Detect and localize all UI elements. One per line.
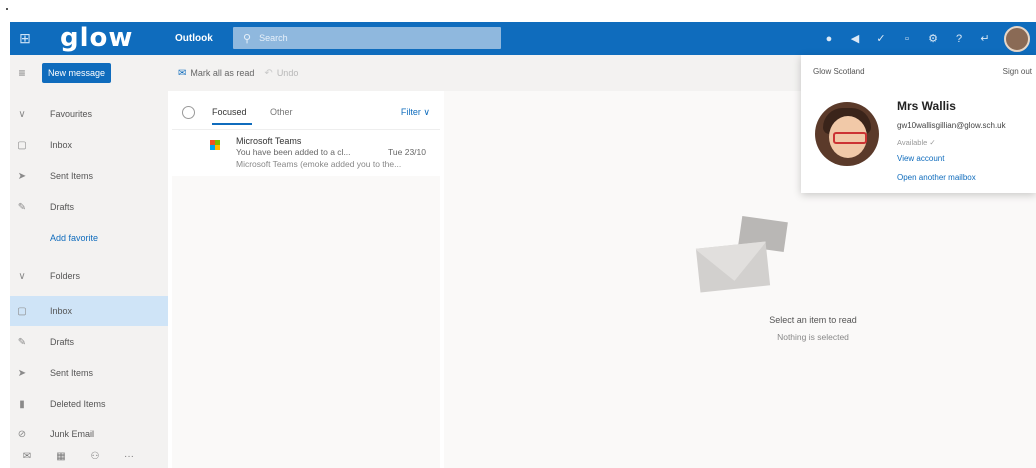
empty-state-subtitle: Nothing is selected <box>777 332 849 342</box>
chevron-down-icon: ∨ <box>18 108 26 120</box>
filter-button[interactable]: Filter ∨ <box>401 107 430 118</box>
tab-focused-underline <box>212 123 252 125</box>
microsoft-logo-icon <box>210 140 220 150</box>
more-icon[interactable]: ··· <box>112 451 146 462</box>
megaphone-icon[interactable]: ◀ <box>842 32 868 45</box>
inbox-icon: ▢ <box>17 139 27 151</box>
folders-header[interactable]: ∨ Folders <box>10 261 168 291</box>
message-subject: You have been added to a cl... <box>236 147 351 157</box>
people-icon[interactable]: ⚇ <box>78 451 112 462</box>
presence-status[interactable]: Available ✓ <box>897 138 936 147</box>
feedback-icon[interactable]: ↵ <box>972 32 998 45</box>
send-icon: ➤ <box>17 170 27 182</box>
chevron-down-icon: ∨ <box>18 270 26 282</box>
account-email: gw10wallisgillian@glow.sch.uk <box>897 121 1006 130</box>
chat-icon[interactable]: ▫ <box>894 33 920 45</box>
list-item[interactable]: Microsoft Teams You have been added to a… <box>172 129 440 176</box>
sidebar-item-inbox[interactable]: ▢ Inbox <box>10 296 168 326</box>
hamburger-menu-icon[interactable]: ≡ <box>10 66 34 80</box>
empty-state-title: Select an item to read <box>769 315 857 325</box>
calendar-icon[interactable]: ▦ <box>44 451 78 462</box>
sidebar-item-fav-drafts[interactable]: ✎ Drafts <box>10 192 168 222</box>
message-preview: Microsoft Teams (emoke added you to the.… <box>236 159 402 169</box>
folder-pane: ≡ New message ∨ Favourites ▢ Inbox ➤ Sen… <box>10 55 168 468</box>
favourites-header[interactable]: ∨ Favourites <box>10 99 168 129</box>
help-icon[interactable]: ? <box>946 33 972 45</box>
sidebar-item-deleted[interactable]: ▮ Deleted Items <box>10 389 168 419</box>
todo-icon[interactable]: ✓ <box>868 32 894 45</box>
junk-icon: ⊘ <box>17 428 27 440</box>
inbox-icon: ▢ <box>17 305 27 317</box>
app-launcher-icon[interactable]: ⊞ <box>10 22 40 55</box>
pencil-icon: ✎ <box>17 201 27 213</box>
undo-icon: ↶ <box>264 67 273 79</box>
select-all-checkbox[interactable] <box>182 106 195 119</box>
stray-dot <box>6 8 8 10</box>
inbox-tabs: Focused Other Filter ∨ <box>172 93 440 129</box>
pencil-icon: ✎ <box>17 336 27 348</box>
mail-icon[interactable]: ✉ <box>10 451 44 462</box>
mark-read-icon: ✉ <box>178 67 187 79</box>
empty-envelope-illustration <box>695 215 798 299</box>
sign-out-link[interactable]: Sign out <box>1003 67 1032 76</box>
mark-all-read-button[interactable]: ✉ Mark all as read <box>178 68 254 79</box>
add-favorite-link[interactable]: Add favorite <box>10 223 168 253</box>
sidebar-item-fav-inbox[interactable]: ▢ Inbox <box>10 130 168 160</box>
account-name: Mrs Wallis <box>897 99 956 113</box>
settings-icon[interactable]: ⚙ <box>920 32 946 45</box>
message-list: Focused Other Filter ∨ Microsoft Teams Y… <box>172 93 440 468</box>
skype-icon[interactable]: ● <box>816 33 842 45</box>
undo-button[interactable]: ↶ Undo <box>264 68 298 79</box>
open-another-mailbox-link[interactable]: Open another mailbox <box>897 173 976 182</box>
module-switcher: ✉ ▦ ⚇ ··· <box>10 444 168 468</box>
view-account-link[interactable]: View account <box>897 154 944 163</box>
glow-logo[interactable]: glow <box>60 22 133 55</box>
account-popup: Glow Scotland Sign out Mrs Wallis gw10wa… <box>801 55 1036 193</box>
search-icon: ⚲ <box>243 32 252 45</box>
message-sender: Microsoft Teams <box>236 136 302 146</box>
top-bar: ⊞ glow Outlook ⚲ Search ● ◀ ✓ ▫ ⚙ ? ↵ <box>10 22 1036 55</box>
profile-picture[interactable] <box>815 102 879 166</box>
organization-name: Glow Scotland <box>813 67 865 76</box>
sidebar-item-drafts[interactable]: ✎ Drafts <box>10 327 168 357</box>
trash-icon: ▮ <box>19 398 25 410</box>
send-icon: ➤ <box>17 367 27 379</box>
app-name[interactable]: Outlook <box>175 22 213 55</box>
top-icons: ● ◀ ✓ ▫ ⚙ ? ↵ <box>816 22 1030 55</box>
new-message-button[interactable]: New message <box>42 63 112 83</box>
sidebar-item-sent[interactable]: ➤ Sent Items <box>10 358 168 388</box>
avatar[interactable] <box>1004 25 1030 52</box>
tab-other[interactable]: Other <box>270 107 293 117</box>
tab-focused[interactable]: Focused <box>212 107 247 117</box>
sidebar-item-fav-sent[interactable]: ➤ Sent Items <box>10 161 168 191</box>
search-placeholder: Search <box>259 33 288 43</box>
search-box[interactable]: ⚲ Search <box>233 27 501 49</box>
message-date: Tue 23/10 <box>388 147 426 157</box>
